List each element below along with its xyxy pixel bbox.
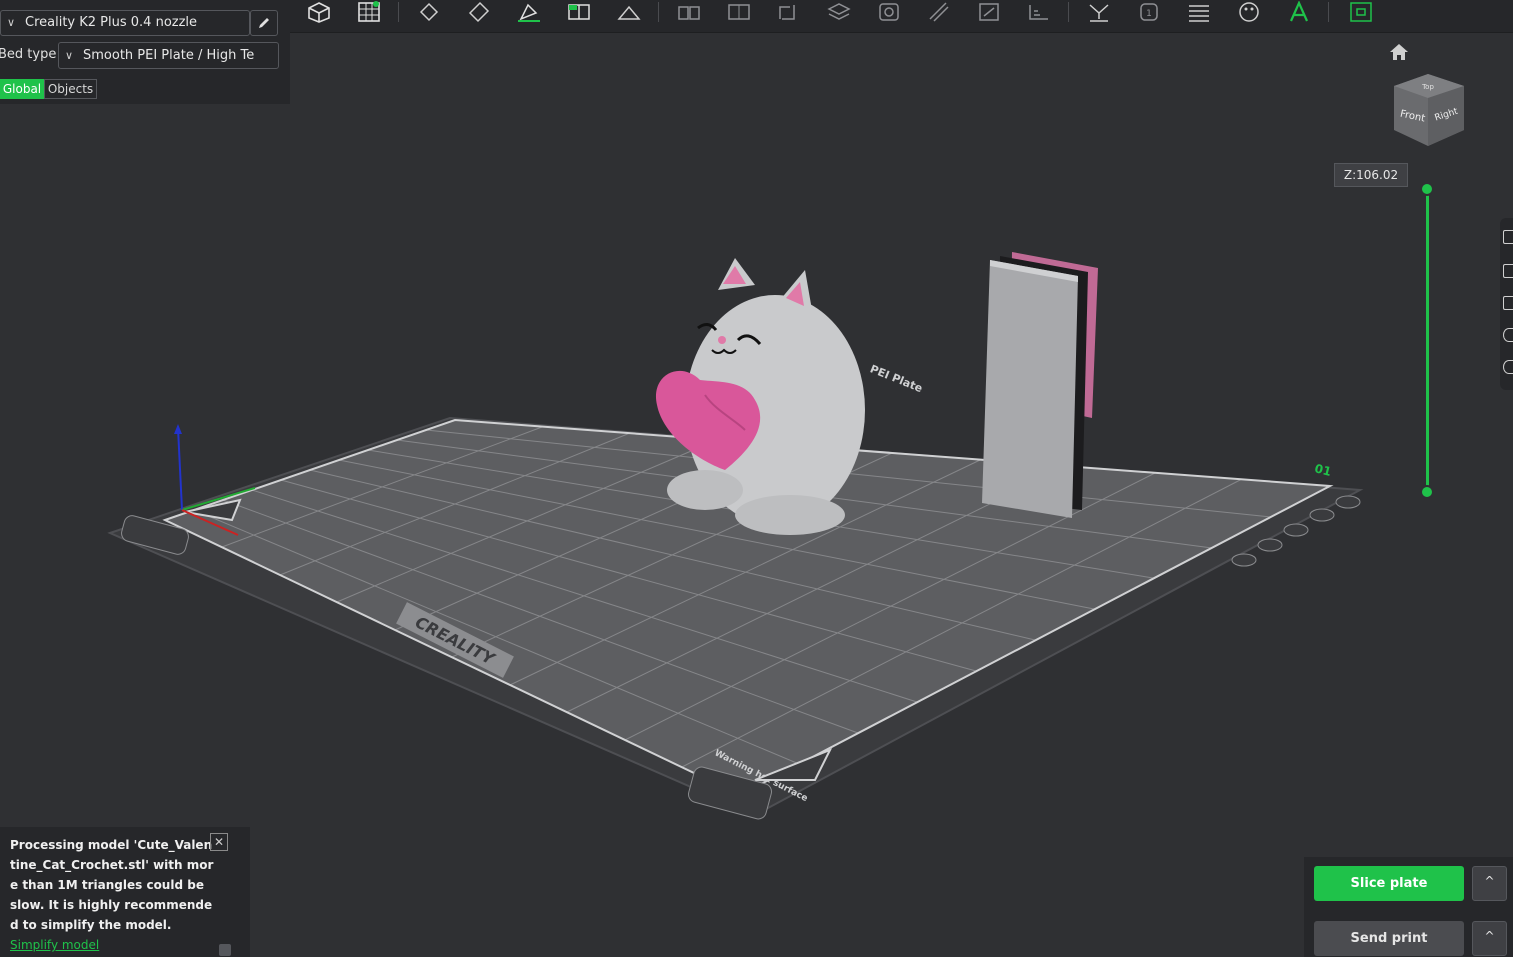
settings-page-icon[interactable] bbox=[1503, 264, 1513, 278]
tab-objects[interactable]: Objects bbox=[44, 79, 97, 99]
color-paint-icon[interactable] bbox=[1232, 0, 1266, 24]
cat-model bbox=[655, 258, 865, 535]
minimize-notification-button[interactable] bbox=[219, 944, 231, 956]
support-icon[interactable] bbox=[1082, 0, 1116, 24]
paint-support-icon[interactable] bbox=[872, 0, 906, 24]
chevron-down-icon: ∨ bbox=[7, 16, 16, 29]
send-options-button[interactable]: ^ bbox=[1472, 921, 1507, 956]
list-icon[interactable] bbox=[1182, 0, 1216, 24]
group-icon[interactable] bbox=[722, 0, 756, 24]
bed-type-label: Bed type bbox=[0, 47, 57, 62]
notification-message: Processing model 'Cute_Valentine_Cat_Cro… bbox=[10, 838, 214, 932]
cut-icon[interactable] bbox=[612, 0, 646, 24]
simplify-model-link[interactable]: Simplify model bbox=[10, 935, 240, 955]
app-window: CREALITY PEI Plate Warning hot surface 0… bbox=[0, 0, 1513, 957]
brim-icon[interactable]: 1 bbox=[1132, 0, 1166, 24]
multi-object-icon[interactable] bbox=[672, 0, 706, 24]
assembly-icon[interactable] bbox=[1344, 0, 1378, 24]
build-plate-scene: CREALITY PEI Plate Warning hot surface 0… bbox=[107, 252, 1364, 820]
layer-height-label: Z:106.02 bbox=[1334, 163, 1408, 187]
edit-printer-button[interactable] bbox=[250, 10, 278, 36]
plate-number: 01 bbox=[1313, 461, 1333, 479]
support-view-icon[interactable] bbox=[1503, 296, 1513, 310]
wipe-tower bbox=[982, 252, 1098, 518]
layer-slider-track[interactable] bbox=[1426, 190, 1429, 492]
3d-viewport[interactable]: CREALITY PEI Plate Warning hot surface 0… bbox=[0, 33, 1513, 957]
printer-name: Creality K2 Plus 0.4 nozzle bbox=[25, 15, 198, 30]
svg-text:1: 1 bbox=[1146, 9, 1152, 19]
bed-type-value: Smooth PEI Plate / High Te bbox=[83, 48, 255, 63]
right-sidebar bbox=[1500, 218, 1513, 390]
navigation-cube[interactable]: Top Front Right bbox=[1390, 72, 1468, 150]
send-print-button[interactable]: Send print bbox=[1314, 921, 1464, 956]
home-icon[interactable] bbox=[1388, 42, 1410, 62]
z-axis bbox=[177, 427, 183, 511]
chevron-down-icon: ∨ bbox=[65, 49, 74, 62]
slice-options-button[interactable]: ^ bbox=[1472, 866, 1507, 901]
layer-slider-bottom-handle[interactable] bbox=[1420, 485, 1434, 499]
assembly-view-icon[interactable] bbox=[1503, 360, 1513, 374]
print-settings-panel: ∨ Creality K2 Plus 0.4 nozzle Bed type ∨… bbox=[0, 0, 290, 104]
slice-plate-button[interactable]: Slice plate bbox=[1314, 866, 1464, 901]
seam-icon[interactable] bbox=[922, 0, 956, 24]
variable-layer-icon[interactable] bbox=[1022, 0, 1056, 24]
split-icon[interactable] bbox=[562, 0, 596, 24]
arrange-icon[interactable] bbox=[412, 0, 446, 24]
layer-slider-top-handle[interactable] bbox=[1420, 182, 1434, 196]
fuzzy-skin-icon[interactable] bbox=[972, 0, 1006, 24]
bed-plate-label: PEI Plate bbox=[868, 362, 924, 395]
lay-on-face-icon[interactable] bbox=[512, 0, 546, 24]
preview-eye-icon[interactable] bbox=[1503, 328, 1513, 342]
cube-top-label: Top bbox=[1421, 83, 1434, 91]
tab-global[interactable]: Global bbox=[0, 79, 44, 99]
pencil-icon bbox=[259, 18, 269, 28]
bed-type-select[interactable]: ∨ Smooth PEI Plate / High Te bbox=[58, 42, 279, 69]
orient-icon[interactable] bbox=[462, 0, 496, 24]
measure-icon[interactable] bbox=[772, 0, 806, 24]
main-toolbar: 1 bbox=[290, 0, 1513, 33]
printer-select[interactable]: ∨ Creality K2 Plus 0.4 nozzle bbox=[0, 10, 250, 36]
close-icon[interactable]: ✕ bbox=[210, 833, 228, 851]
text-icon[interactable] bbox=[1282, 0, 1316, 24]
plate-grid-icon[interactable] bbox=[352, 0, 386, 24]
object-list-icon[interactable] bbox=[1503, 230, 1513, 244]
add-cube-icon[interactable] bbox=[302, 0, 336, 24]
layers-icon[interactable] bbox=[822, 0, 856, 24]
